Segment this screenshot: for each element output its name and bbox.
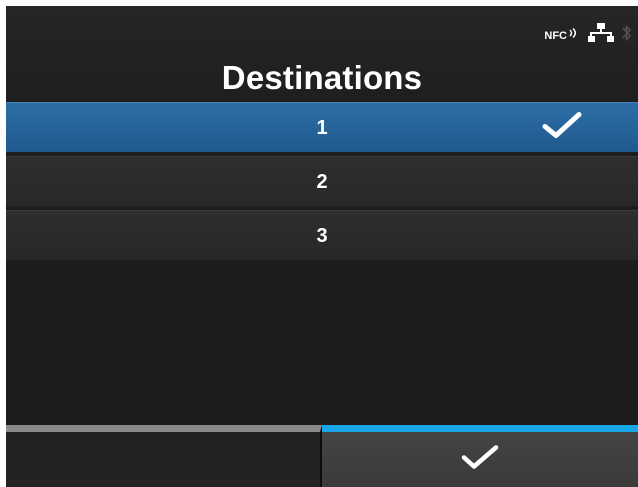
check-icon [542, 111, 582, 144]
network-icon [588, 23, 614, 42]
list-item-label: 1 [316, 116, 328, 139]
printer-screen: NFC Destinations 1 2 3 [6, 6, 638, 487]
page-title: Destinations [221, 59, 423, 96]
nfc-label: NFC [544, 29, 567, 42]
confirm-softkey[interactable] [322, 425, 638, 487]
list-item-destination-2[interactable]: 2 [6, 156, 638, 206]
list-item-destination-1[interactable]: 1 [6, 102, 638, 152]
check-icon [460, 444, 500, 475]
list-item-label: 3 [316, 224, 328, 247]
softkey-bar [6, 425, 638, 487]
nfc-waves-icon [569, 27, 576, 38]
left-softkey[interactable] [6, 425, 322, 487]
list-item-label: 2 [316, 170, 328, 193]
list-item-destination-3[interactable]: 3 [6, 210, 638, 260]
destination-list: 1 2 3 [6, 102, 638, 264]
status-bar: NFC [544, 18, 632, 48]
bluetooth-icon [622, 24, 631, 42]
nfc-icon: NFC [544, 27, 580, 42]
